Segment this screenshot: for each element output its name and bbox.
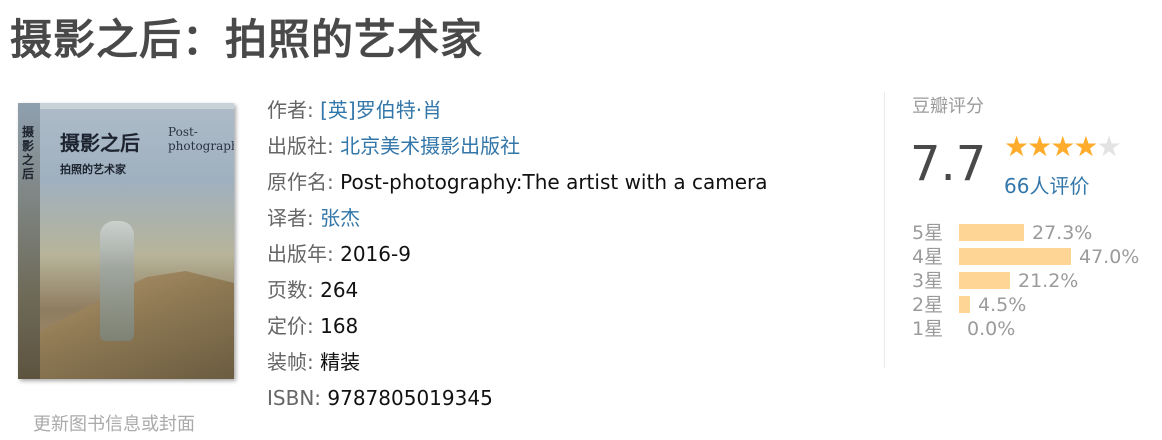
- rating-dist-label: 3星: [912, 270, 944, 292]
- rating-stars: ★★★★★: [1004, 130, 1122, 163]
- cover-subtitle: 拍照的艺术家: [60, 163, 126, 176]
- star-filled-icon: ★: [1004, 130, 1029, 163]
- info-value: 精装: [313, 350, 361, 374]
- rating-dist-bar: [959, 224, 1024, 241]
- cover-english-title: Post-photography: [168, 125, 234, 153]
- rating-dist-bar: [959, 248, 1071, 265]
- info-row: 译者: 张杰: [267, 200, 768, 236]
- info-value-link[interactable]: 北京美术摄影出版社: [334, 134, 520, 158]
- info-label: 装帧:: [267, 350, 314, 374]
- rating-dist-percent: 0.0%: [967, 318, 1016, 340]
- cover-title: 摄影之后: [60, 131, 140, 155]
- cover-spine: 摄影之后: [18, 103, 40, 379]
- book-info: 作者: [英]罗伯特·肖 出版社: 北京美术摄影出版社 原作名: Post-phot…: [267, 92, 768, 416]
- info-row: 页数: 264: [267, 272, 768, 308]
- divider: [884, 92, 885, 368]
- info-value: 9787805019345: [321, 386, 493, 410]
- rating-dist-percent: 21.2%: [1018, 270, 1079, 292]
- rating-dist-percent: 27.3%: [1032, 222, 1093, 244]
- info-value: Post-photography:The artist with a camer…: [333, 170, 768, 194]
- rating-score: 7.7: [910, 136, 987, 192]
- rating-count-link[interactable]: 66人评价: [1004, 170, 1089, 199]
- star-filled-icon: ★: [1073, 130, 1098, 163]
- info-label: 出版社:: [267, 134, 334, 158]
- info-row: 出版年: 2016-9: [267, 236, 768, 272]
- info-label: 出版年:: [267, 242, 334, 266]
- info-row: 作者: [英]罗伯特·肖: [267, 92, 768, 128]
- update-book-info-link[interactable]: 更新图书信息或封面: [33, 410, 195, 436]
- info-label: 页数:: [267, 278, 314, 302]
- cover-landscape: [40, 271, 234, 379]
- info-value: 168: [313, 314, 359, 338]
- info-row: 出版社: 北京美术摄影出版社: [267, 128, 768, 164]
- rating-dist-label: 5星: [912, 222, 944, 244]
- star-empty-icon: ★: [1096, 130, 1121, 163]
- cover-top-edge: [40, 103, 234, 109]
- spine-title: 摄影之后: [22, 125, 35, 181]
- page-title: 摄影之后：拍照的艺术家: [10, 15, 484, 64]
- info-value: 264: [313, 278, 359, 302]
- info-label: 作者:: [267, 98, 314, 122]
- cover-figure: [100, 221, 134, 341]
- info-row: 装帧: 精装: [267, 344, 768, 380]
- star-filled-icon: ★: [1050, 130, 1075, 163]
- rating-dist-bar: [959, 272, 1010, 289]
- info-row: 原作名: Post-photography:The artist with a …: [267, 164, 768, 200]
- rating-dist-label: 4星: [912, 246, 944, 268]
- rating-dist-percent: 47.0%: [1079, 246, 1140, 268]
- info-label: 原作名:: [267, 170, 334, 194]
- info-value-link[interactable]: 张杰: [314, 206, 360, 230]
- book-cover-image[interactable]: 摄影之后 摄影之后 拍照的艺术家 Post-photography: [18, 103, 234, 379]
- star-filled-icon: ★: [1027, 130, 1052, 163]
- info-row: 定价: 168: [267, 308, 768, 344]
- rating-dist-label: 2星: [912, 294, 944, 316]
- rating-heading: 豆瓣评分: [912, 96, 984, 117]
- info-row: ISBN: 9787805019345: [267, 380, 768, 416]
- info-value: 2016-9: [333, 242, 411, 266]
- info-label: 译者:: [267, 206, 314, 230]
- info-value-link[interactable]: [英]罗伯特·肖: [314, 98, 442, 122]
- rating-dist-bar: [959, 296, 970, 313]
- info-label: 定价:: [267, 314, 314, 338]
- info-label: ISBN:: [267, 386, 322, 410]
- rating-dist-label: 1星: [912, 318, 944, 340]
- rating-dist-percent: 4.5%: [978, 294, 1027, 316]
